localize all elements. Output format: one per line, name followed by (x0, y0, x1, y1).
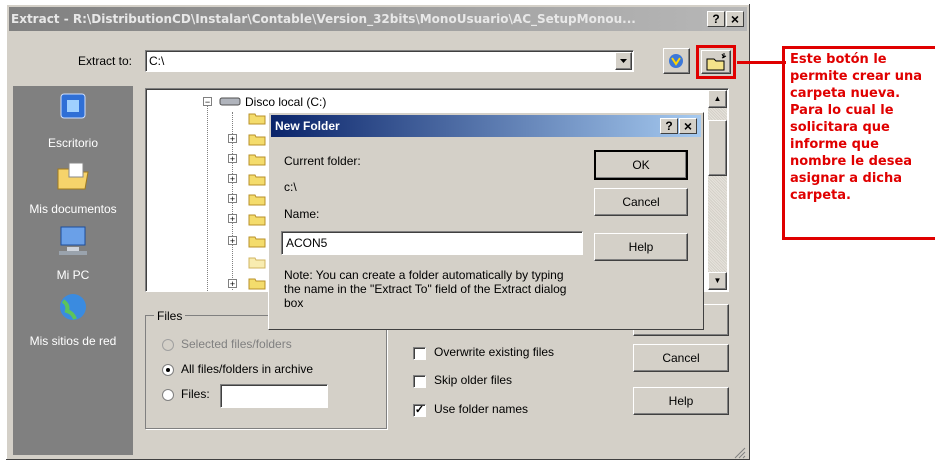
drive-icon (219, 97, 241, 106)
my-computer-icon[interactable] (55, 225, 91, 257)
desktop-icon[interactable] (55, 92, 91, 124)
resize-grip-icon[interactable] (732, 445, 746, 459)
files-label: Files: (181, 387, 210, 401)
name-label: Name: (284, 207, 320, 221)
extract-to-label: Extract to: (78, 54, 133, 68)
sidebar-item-mi-pc[interactable]: Mi PC (13, 268, 133, 282)
folder-icon (248, 278, 266, 290)
folder-icon (248, 236, 266, 248)
overwrite-checkbox[interactable] (413, 347, 426, 360)
expand-toggle[interactable]: + (228, 214, 237, 224)
expand-toggle[interactable]: + (228, 134, 237, 144)
scroll-up-arrow[interactable]: ▲ (708, 90, 727, 108)
cancel-button[interactable]: Cancel (633, 344, 729, 372)
create-folder-button[interactable] (701, 50, 731, 74)
new-folder-icon (706, 53, 727, 71)
overwrite-label: Overwrite existing files (434, 345, 555, 359)
extract-to-combobox[interactable]: C:\ (145, 50, 634, 72)
selected-files-label: Selected files/folders (181, 337, 292, 351)
collapse-toggle[interactable]: − (203, 97, 212, 107)
files-group-legend: Files (154, 309, 186, 323)
folder-icon (248, 134, 266, 146)
selected-files-radio[interactable] (162, 339, 174, 351)
scroll-down-arrow[interactable]: ▼ (708, 272, 727, 290)
expand-toggle[interactable]: + (228, 174, 237, 184)
folder-name-input[interactable]: ACON5 (281, 231, 583, 255)
new-folder-cancel-button[interactable]: Cancel (594, 188, 688, 216)
new-folder-help-title-button[interactable]: ? (660, 118, 678, 134)
extract-to-value: C:\ (149, 54, 165, 68)
folder-name-value: ACON5 (286, 236, 328, 250)
folder-icon (248, 174, 266, 186)
new-folder-title: New Folder (275, 119, 340, 133)
all-files-label: All files/folders in archive (181, 362, 314, 376)
window-title: Extract - R:\DistributionCD\Instalar\Con… (11, 12, 636, 26)
new-folder-help-button[interactable]: Help (594, 233, 688, 261)
my-documents-icon[interactable] (55, 159, 91, 191)
folder-icon (248, 194, 266, 206)
tree-root-label[interactable]: Disco local (C:) (245, 95, 326, 109)
sidebar-item-escritorio[interactable]: Escritorio (13, 136, 133, 150)
skip-older-checkbox[interactable] (413, 375, 426, 388)
chevron-down-icon (620, 59, 627, 63)
annotation-text: Este botón le permite crear una carpeta … (790, 52, 923, 203)
expand-toggle[interactable]: + (228, 279, 237, 289)
current-folder-label: Current folder: (284, 154, 361, 168)
help-title-button[interactable]: ? (707, 11, 725, 27)
new-folder-close-button[interactable]: × (679, 118, 697, 134)
folder-icon (248, 113, 266, 125)
new-folder-note: Note: You can create a folder automatica… (284, 268, 567, 310)
ok-button[interactable]: OK (594, 150, 688, 180)
expand-toggle[interactable]: + (228, 154, 237, 164)
help-button[interactable]: Help (633, 387, 729, 415)
files-radio[interactable] (162, 389, 174, 401)
annotation-arrow (737, 61, 786, 64)
up-folder-icon (669, 54, 683, 68)
expand-toggle[interactable]: + (228, 194, 237, 204)
skip-older-label: Skip older files (434, 373, 513, 387)
current-folder-value: c:\ (284, 180, 297, 194)
use-folder-names-checkbox[interactable]: ✓ (413, 404, 426, 417)
close-title-button[interactable]: × (726, 11, 744, 27)
sidebar-item-mis-documentos[interactable]: Mis documentos (13, 202, 133, 216)
sidebar-item-mis-sitios-de-red[interactable]: Mis sitios de red (13, 334, 133, 348)
places-sidebar: Escritorio Mis documentos Mi PC Mis siti… (13, 86, 133, 455)
scroll-thumb[interactable] (708, 120, 727, 176)
all-files-radio[interactable] (162, 364, 174, 376)
extract-to-dropdown-arrow[interactable] (615, 52, 632, 70)
network-places-icon[interactable] (55, 291, 91, 323)
files-input[interactable] (220, 384, 328, 408)
folder-icon (248, 154, 266, 166)
use-folder-names-label: Use folder names (434, 402, 529, 416)
expand-toggle[interactable]: + (228, 236, 237, 246)
folder-icon (248, 214, 266, 226)
folder-icon (248, 257, 266, 269)
go-up-button[interactable] (663, 48, 690, 74)
